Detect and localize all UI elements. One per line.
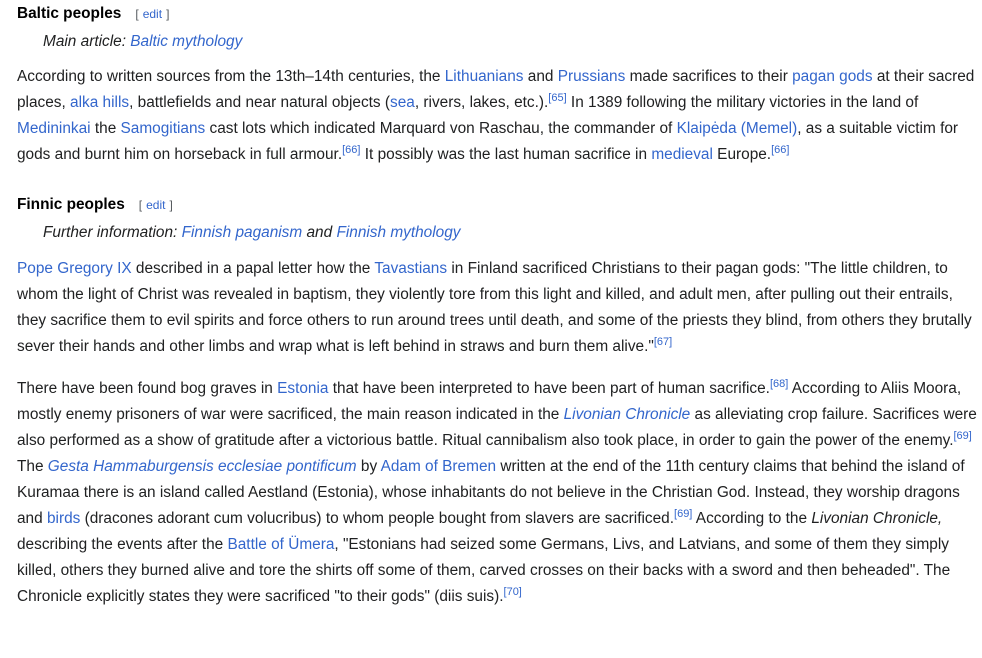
citation-69[interactable]: [69]	[674, 508, 692, 520]
link-birds[interactable]: birds	[47, 510, 80, 527]
section-heading-baltic: Baltic peoples [edit]	[17, 5, 169, 23]
link-prussians[interactable]: Prussians	[558, 68, 626, 85]
link-finnish-paganism[interactable]: Finnish paganism	[182, 224, 303, 241]
link-klaipeda[interactable]: Klaipėda (Memel)	[677, 120, 798, 137]
hatnote-further-information: Further information: Finnish paganism an…	[43, 224, 461, 241]
edit-section: [edit]	[135, 7, 170, 21]
edit-section: [edit]	[138, 198, 173, 212]
citation-68[interactable]: [68]	[770, 378, 788, 390]
citation-66[interactable]: [66]	[342, 144, 360, 156]
section-heading-finnic: Finnic peoples [edit]	[17, 196, 173, 214]
link-gesta-hammaburgensis[interactable]: Gesta Hammaburgensis ecclesiae pontificu…	[48, 458, 357, 475]
link-finnish-mythology[interactable]: Finnish mythology	[336, 224, 460, 241]
link-sea[interactable]: sea	[390, 94, 415, 111]
citation-67[interactable]: [67]	[654, 336, 672, 348]
link-medininkai[interactable]: Medininkai	[17, 120, 91, 137]
link-tavastians[interactable]: Tavastians	[374, 260, 447, 277]
hatnote-main-article: Main article: Baltic mythology	[43, 33, 243, 50]
edit-link-finnic[interactable]: edit	[142, 198, 169, 212]
title-livonian-chronicle: Livonian Chronicle,	[811, 510, 943, 527]
paragraph-finnic-1: Pope Gregory IX described in a papal let…	[17, 260, 972, 355]
link-alka-hills[interactable]: alka hills	[70, 94, 129, 111]
link-estonia[interactable]: Estonia	[277, 380, 328, 397]
edit-link-baltic[interactable]: edit	[139, 7, 166, 21]
citation-69[interactable]: [69]	[953, 430, 971, 442]
link-adam-of-bremen[interactable]: Adam of Bremen	[381, 458, 496, 475]
citation-66[interactable]: [66]	[771, 144, 789, 156]
paragraph-baltic: According to written sources from the 13…	[17, 68, 975, 163]
heading-text: Finnic peoples	[17, 196, 125, 213]
link-baltic-mythology[interactable]: Baltic mythology	[130, 33, 242, 50]
link-lithuanians[interactable]: Lithuanians	[445, 68, 524, 85]
paragraph-finnic-2: There have been found bog graves in Esto…	[17, 377, 977, 605]
link-livonian-chronicle[interactable]: Livonian Chronicle	[564, 406, 691, 423]
citation-70[interactable]: [70]	[504, 586, 522, 598]
link-pagan-gods[interactable]: pagan gods	[792, 68, 872, 85]
link-pope-gregory-ix[interactable]: Pope Gregory IX	[17, 260, 132, 277]
link-samogitians[interactable]: Samogitians	[121, 120, 206, 137]
link-medieval[interactable]: medieval	[651, 146, 713, 163]
link-battle-of-umera[interactable]: Battle of Ümera	[227, 536, 334, 553]
citation-65[interactable]: [65]	[548, 92, 566, 104]
heading-text: Baltic peoples	[17, 5, 122, 22]
